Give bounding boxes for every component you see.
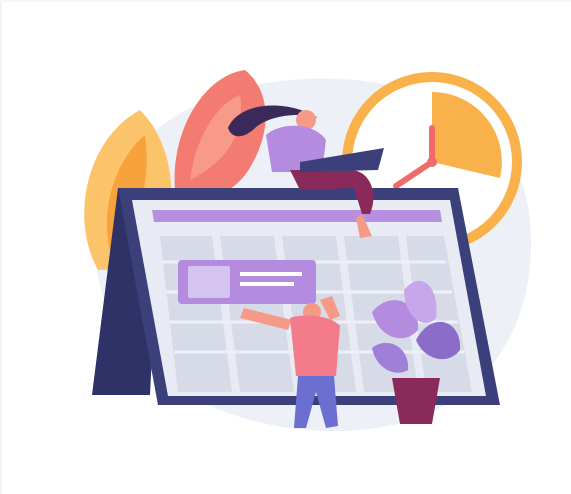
event-card bbox=[178, 260, 316, 304]
calendar-header bbox=[152, 210, 442, 222]
scheduling-illustration bbox=[84, 70, 532, 432]
illustration-frame bbox=[0, 0, 571, 494]
